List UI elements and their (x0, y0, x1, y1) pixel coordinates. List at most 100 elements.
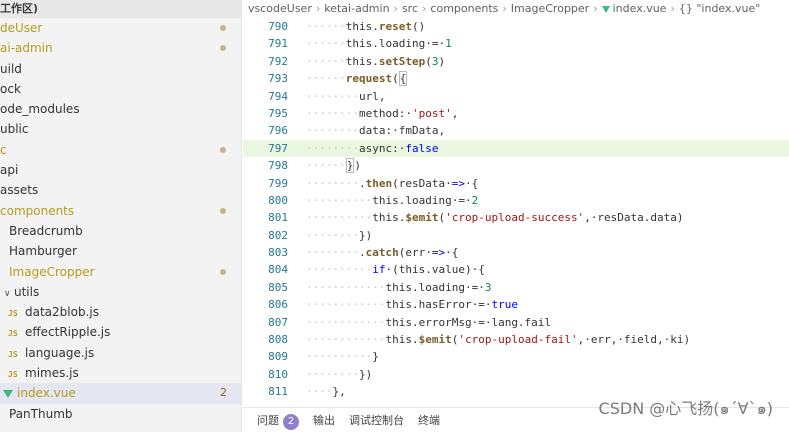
code-token: . (358, 246, 366, 260)
workspace-header[interactable]: 工作区) (0, 0, 241, 18)
code-line[interactable]: 810 ········}) (243, 366, 789, 383)
tree-item[interactable]: Breadcrumb (0, 221, 241, 241)
whitespace-marker: ········ (306, 228, 359, 242)
code-line[interactable]: 794 ········url, (243, 88, 789, 105)
code-editor[interactable]: 790 ······this.reset() 791 ······this.loadi… (243, 18, 789, 403)
tree-item[interactable]: JS language.js (0, 343, 241, 363)
code-token: 'crop-upload-fail' (458, 333, 578, 347)
code-line[interactable]: 792 ······this.setStep(3) (243, 53, 789, 70)
breadcrumb-segment[interactable]: src (402, 2, 418, 15)
panel-tab[interactable]: 终端 (418, 408, 440, 432)
line-number: 809 (268, 350, 288, 364)
code-line[interactable]: 802 ········}) (243, 227, 789, 244)
tree-item[interactable]: PanThumb (0, 404, 241, 424)
code-line[interactable]: 798 ······}) (243, 157, 789, 174)
code-token: ) (438, 54, 446, 68)
tree-item[interactable]: ode_modules (0, 99, 241, 119)
code-line[interactable]: 807 ············this.errorMsg·=·lang.fail (243, 314, 789, 331)
tree-item[interactable]: ublic (0, 119, 241, 139)
code-token: () (412, 20, 426, 33)
tree-item[interactable]: assets (0, 180, 241, 200)
code-token: 'post' (411, 106, 452, 120)
code-token: , (451, 106, 459, 120)
line-number: 798 (268, 159, 288, 173)
code-text: ····}, (306, 383, 346, 400)
whitespace-marker: ·········· (306, 350, 373, 364)
panel-tab[interactable]: 输出 (313, 408, 335, 432)
code-line[interactable]: 801 ··········this.$emit('crop-upload-suc… (243, 209, 789, 226)
code-line[interactable]: 793 ······request({ (243, 70, 789, 87)
code-line[interactable]: 797 ········async:·false (243, 139, 789, 158)
code-line[interactable]: 809 ··········} (243, 348, 789, 365)
tree-item[interactable]: ∨ utils (0, 282, 241, 302)
tree-item[interactable]: ock (0, 79, 241, 99)
file-tree: deUser ai-admin uild ock ode_modulesublic c ap… (0, 18, 241, 424)
code-token: this.hasError·=· (385, 298, 492, 312)
problems-count-badge: 2 (283, 414, 299, 430)
line-number: 802 (268, 228, 288, 242)
code-token: request (345, 72, 393, 86)
code-line[interactable]: 790 ······this.reset() (243, 18, 789, 35)
code-line[interactable]: 806 ············this.hasError·=·true (243, 296, 789, 313)
code-text: ······this.reset() (306, 18, 425, 35)
code-line[interactable]: 808 ············this.$emit('crop-upload-f… (243, 331, 789, 348)
panel-tab-label: 输出 (313, 414, 335, 427)
line-number: 808 (268, 333, 288, 347)
tree-item[interactable]: index.vue 2 (0, 383, 241, 404)
tree-item[interactable]: api (0, 160, 241, 180)
whitespace-marker: ········ (306, 141, 359, 155)
breadcrumb-segment[interactable]: vscodeUser (248, 2, 312, 15)
js-file-icon: JS (8, 349, 18, 359)
chevron-right-icon: › (502, 2, 507, 15)
tree-item[interactable]: uild (0, 59, 241, 79)
panel-tab[interactable]: 问题 2 (257, 408, 299, 432)
whitespace-marker: ······ (306, 72, 346, 86)
code-line[interactable]: 796 ········data:·fmData, (243, 122, 789, 139)
panel-tab[interactable]: 调试控制台 (349, 408, 404, 432)
tree-item[interactable]: components (0, 201, 241, 221)
panel-tab-label: 问题 (257, 414, 279, 427)
code-token: ( (392, 72, 399, 86)
tree-item[interactable]: c (0, 140, 241, 160)
tree-item-label: ublic (0, 122, 29, 137)
code-line[interactable]: 804 ··········if·(this.value)·{ (243, 261, 789, 278)
tree-item[interactable]: JS data2blob.js (0, 302, 241, 322)
vue-file-icon (3, 389, 13, 398)
js-file-icon: JS (8, 309, 18, 319)
code-token: 2 (471, 193, 479, 207)
code-line[interactable]: 795 ········method:·'post', (243, 105, 789, 122)
code-token: ( (425, 54, 432, 68)
tree-item[interactable]: Hamburger (0, 241, 241, 261)
code-line[interactable]: 800 ··········this.loading·=·2 (243, 192, 789, 209)
tree-item[interactable]: deUser (0, 18, 241, 38)
tree-item[interactable]: ImageCropper (0, 262, 241, 282)
breadcrumb-segment[interactable]: index.vue (613, 2, 667, 15)
tree-item[interactable]: JS mimes.js (0, 363, 241, 383)
whitespace-marker: ···· (306, 385, 333, 399)
code-token: url, (358, 89, 386, 103)
breadcrumb-segment[interactable]: ketai-admin (324, 2, 389, 15)
code-token: this. (385, 333, 419, 347)
code-token: . (358, 176, 366, 190)
code-line[interactable]: 803 ········.catch(err·=>·{ (243, 244, 789, 261)
code-text: ··········this.loading·=·2 (306, 192, 478, 209)
tree-item-label: effectRipple.js (25, 325, 111, 340)
code-line[interactable]: 799 ········.then(resData·=>·{ (243, 175, 789, 192)
tree-item[interactable]: ai-admin (0, 38, 241, 58)
code-token: setStep (378, 54, 426, 68)
breadcrumb-segment[interactable]: ImageCropper (511, 2, 589, 15)
code-token: } (372, 350, 379, 364)
tree-item-label: index.vue (17, 386, 76, 401)
code-token: this. (345, 54, 379, 68)
line-number: 803 (268, 246, 288, 260)
tree-item[interactable]: JS effectRipple.js (0, 322, 241, 342)
line-number: 800 (268, 193, 288, 207)
code-line[interactable]: 805 ············this.loading·=·3 (243, 279, 789, 296)
breadcrumb-segment[interactable]: {} "index.vue" (679, 2, 760, 15)
code-text: ········}) (306, 227, 372, 244)
line-number: 797 (268, 141, 288, 155)
tree-item-label: utils (14, 284, 40, 299)
breadcrumb-segment[interactable]: components (430, 2, 498, 15)
code-line[interactable]: 791 ······this.loading·=·1 (243, 35, 789, 52)
line-number: 791 (268, 37, 288, 51)
